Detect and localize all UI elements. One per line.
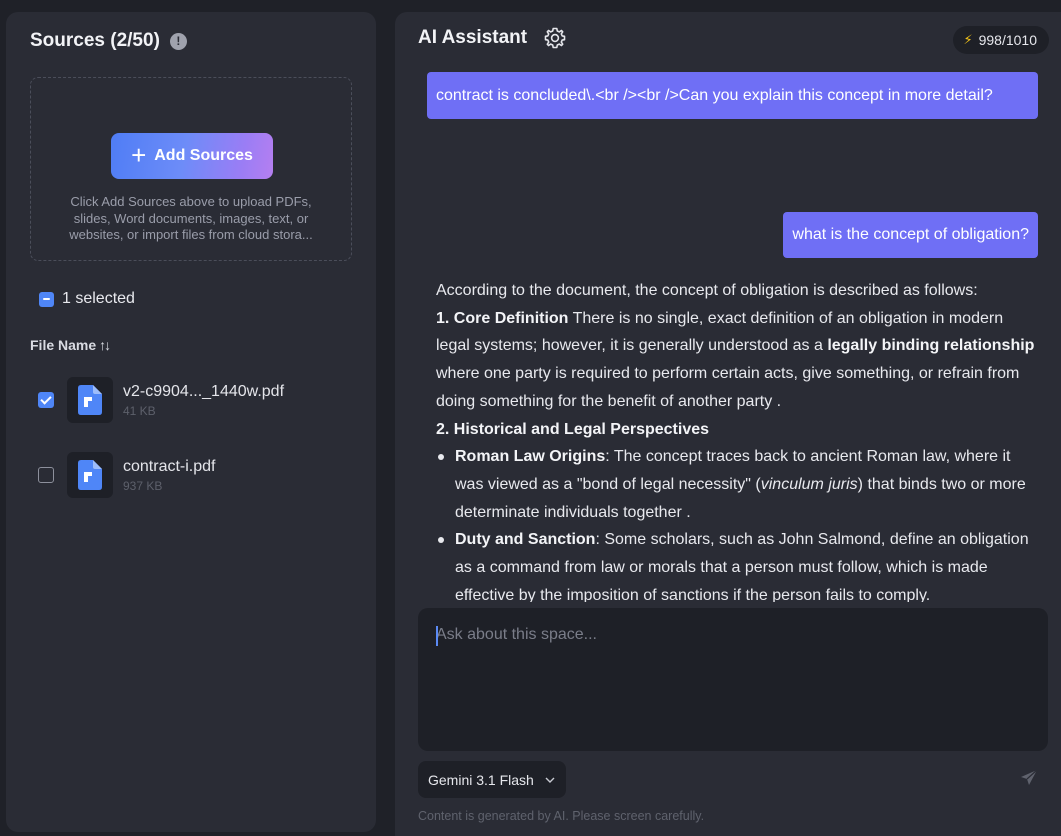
plus-icon: +	[131, 140, 147, 170]
reply-heading: 1. Core Definition	[436, 309, 569, 327]
reply-italic: vinculum juris	[760, 475, 858, 493]
file-size: 937 KB	[123, 478, 163, 493]
send-icon[interactable]	[1019, 768, 1039, 788]
model-name: Gemini 3.1 Flash	[428, 771, 534, 788]
selected-count: 1 selected	[62, 290, 135, 307]
select-all-row[interactable]: 1 selected	[39, 290, 135, 308]
sources-panel: Sources (2/50) ! + Add Sources Click Add…	[6, 12, 376, 832]
checkbox-partial-icon[interactable]	[39, 291, 54, 307]
file-meta: contract-i.pdf 937 KB	[123, 458, 215, 493]
checkbox-unchecked-icon[interactable]	[38, 467, 54, 483]
sources-title: Sources (2/50)	[30, 30, 160, 51]
reply-text: where one party is required to perform c…	[436, 365, 1020, 410]
file-name: contract-i.pdf	[123, 457, 216, 475]
document-icon	[67, 452, 113, 498]
credits-count: 998/1010	[978, 32, 1037, 48]
assistant-panel: AI Assistant ⚡ 998/1010 contract is conc…	[395, 12, 1061, 836]
file-name: v2-c9904..._1440w.pdf	[123, 382, 285, 400]
chevron-down-icon	[545, 777, 555, 783]
list-item-title: Duty and Sanction	[455, 531, 596, 549]
upload-dropzone[interactable]: + Add Sources Click Add Sources above to…	[30, 77, 352, 261]
list-item-title: Roman Law Origins	[455, 448, 606, 466]
sort-icon[interactable]: ↑↓	[99, 337, 111, 353]
filename-column-header[interactable]: File Name ↑↓	[30, 337, 111, 353]
reply-heading-text: 2. Historical and Legal Perspectives	[436, 420, 710, 438]
filename-header-label: File Name	[30, 337, 97, 353]
credits-badge: ⚡ 998/1010	[953, 26, 1049, 54]
upload-hint: Click Add Sources above to upload PDFs, …	[69, 194, 313, 242]
add-sources-label: Add Sources	[154, 147, 253, 164]
chat-input[interactable]	[436, 626, 1026, 644]
sources-header: Sources (2/50) !	[30, 30, 187, 52]
assistant-title: AI Assistant	[418, 27, 528, 48]
list-item: Duty and Sanction: Some scholars, such a…	[436, 526, 1036, 602]
file-row[interactable]: v2-c9904..._1440w.pdf 41 KB	[30, 375, 360, 425]
file-size: 41 KB	[123, 403, 156, 418]
user-message: what is the concept of obligation?	[783, 212, 1038, 258]
add-sources-button[interactable]: + Add Sources	[111, 133, 273, 179]
model-selector[interactable]: Gemini 3.1 Flash	[418, 761, 566, 798]
assistant-header: AI Assistant	[418, 26, 567, 50]
info-icon[interactable]: !	[169, 32, 187, 50]
user-message: contract is concluded\.<br /><br />Can y…	[427, 72, 1038, 119]
gear-icon[interactable]	[543, 26, 567, 50]
bolt-icon: ⚡	[963, 32, 973, 47]
reply-list: Roman Law Origins: The concept traces ba…	[436, 443, 1036, 602]
text-caret	[436, 626, 438, 646]
file-row[interactable]: contract-i.pdf 937 KB	[30, 450, 360, 500]
ai-disclaimer: Content is generated by AI. Please scree…	[418, 809, 705, 823]
reply-intro: According to the document, the concept o…	[436, 282, 978, 299]
chat-transcript[interactable]: contract is concluded\.<br /><br />Can y…	[395, 72, 1061, 602]
file-meta: v2-c9904..._1440w.pdf 41 KB	[123, 383, 284, 418]
reply-paragraph: 1. Core Definition There is no single, e…	[436, 305, 1036, 416]
reply-bold: legally binding relationship	[827, 337, 1035, 355]
list-item: Roman Law Origins: The concept traces ba…	[436, 443, 1036, 526]
assistant-message: According to the document, the concept o…	[436, 277, 1036, 602]
document-icon	[67, 377, 113, 423]
reply-heading: 2. Historical and Legal Perspectives	[436, 416, 1036, 444]
checkbox-checked-icon[interactable]	[38, 392, 54, 408]
chat-input-box[interactable]	[418, 608, 1048, 751]
